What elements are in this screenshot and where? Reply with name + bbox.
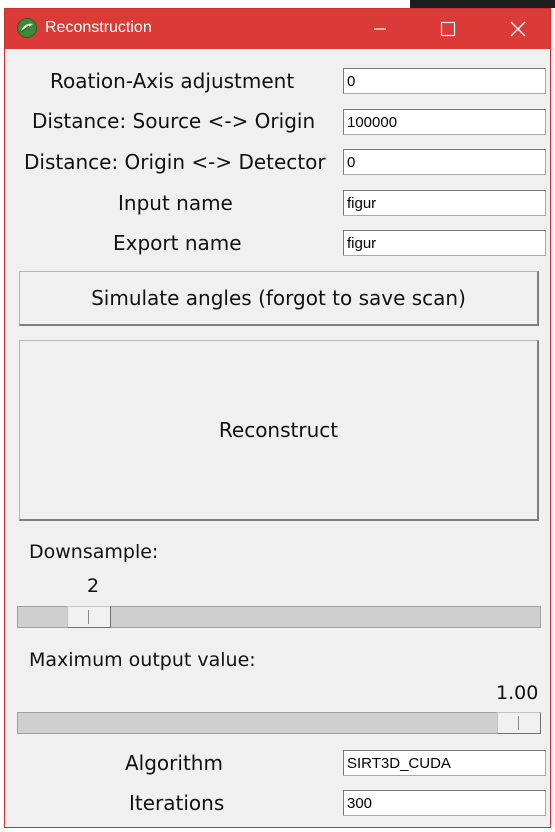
iterations-label: Iterations [129,791,225,815]
rotation-axis-label: Roation-Axis adjustment [50,69,295,93]
reconstruction-window: Reconstruction Roation-Axis adjustment D… [4,8,551,828]
input-name-input[interactable] [343,190,546,216]
max-output-slider-handle[interactable] [497,712,541,734]
downsample-slider[interactable] [17,606,541,628]
downsample-value: 2 [87,575,100,597]
desktop-background-right [551,8,555,832]
simulate-angles-button[interactable]: Simulate angles (forgot to save scan) [19,271,539,326]
origin-detector-distance-input[interactable] [343,149,546,175]
algorithm-input[interactable] [343,750,546,776]
app-feather-icon [17,18,37,38]
maximize-button[interactable] [413,9,483,49]
maximize-icon [440,21,456,37]
close-button[interactable] [483,9,550,49]
minimize-icon [374,28,386,30]
reconstruct-button[interactable]: Reconstruct [19,340,539,521]
window-title: Reconstruction [45,19,152,36]
title-bar[interactable]: Reconstruction [5,9,550,49]
close-icon [510,21,526,37]
background-window-edge [410,0,555,8]
minimize-button[interactable] [345,9,415,49]
export-name-input[interactable] [343,230,546,256]
downsample-label: Downsample: [29,541,159,563]
input-name-label: Input name [118,191,233,215]
source-origin-distance-label: Distance: Source <-> Origin [32,109,316,133]
desktop-background-bottom [0,828,555,832]
max-output-label: Maximum output value: [29,649,256,671]
source-origin-distance-input[interactable] [343,109,546,135]
origin-detector-distance-label: Distance: Origin <-> Detector [24,150,326,174]
downsample-slider-handle[interactable] [67,606,111,628]
max-output-value: 1.00 [496,682,539,704]
algorithm-label: Algorithm [125,751,223,775]
export-name-label: Export name [113,231,242,255]
iterations-input[interactable] [343,790,546,816]
max-output-slider[interactable] [17,712,541,734]
rotation-axis-input[interactable] [343,68,546,94]
